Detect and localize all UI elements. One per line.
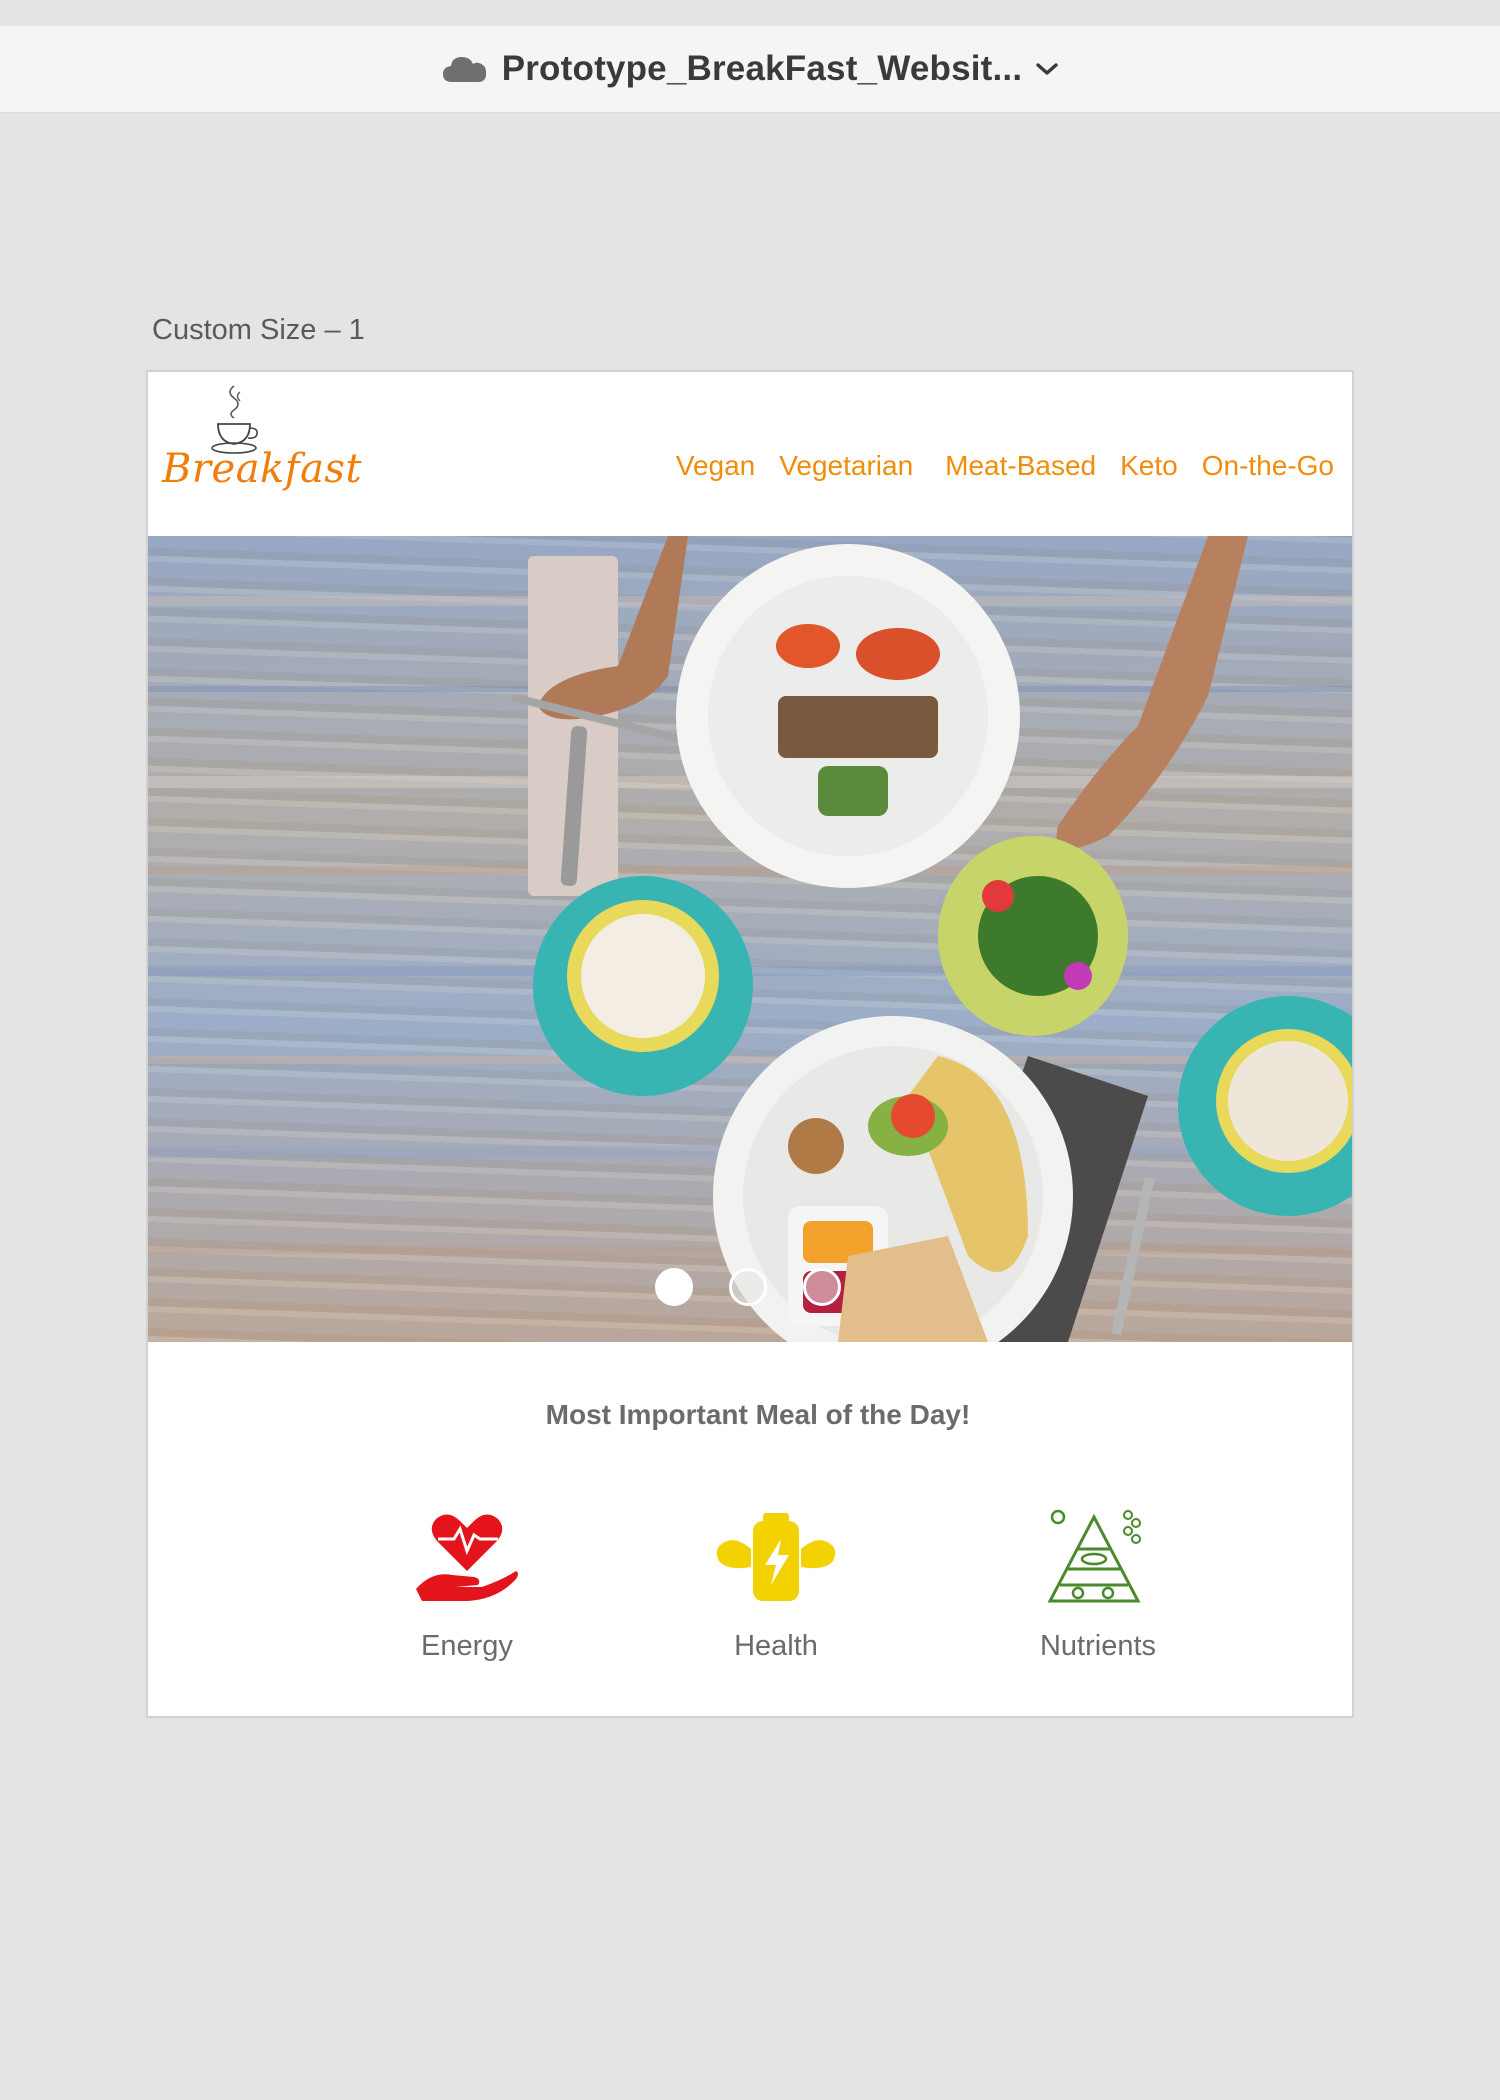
battery-muscle-icon	[676, 1502, 876, 1612]
hero-image	[148, 536, 1352, 1342]
nav-item-meat-based[interactable]: Meat-Based	[925, 450, 1108, 482]
nav-item-on-the-go[interactable]: On-the-Go	[1190, 450, 1346, 482]
feature-nutrients[interactable]: Nutrients	[998, 1502, 1198, 1663]
carousel-dots	[655, 1268, 841, 1306]
artboard-label[interactable]: Custom Size – 1	[152, 314, 365, 347]
feature-health-label: Health	[734, 1630, 818, 1662]
section-headline: Most Important Meal of the Day!	[545, 1399, 971, 1430]
site-header: Breakfast Vegan Vegetarian Meat-Based Ke…	[148, 372, 1352, 536]
heart-hand-icon	[367, 1502, 567, 1612]
food-pyramid-icon	[998, 1502, 1198, 1612]
carousel-dot-2[interactable]	[729, 1268, 767, 1306]
document-title-menu[interactable]: Prototype_BreakFast_Websit...	[442, 49, 1059, 89]
carousel-dot-1[interactable]	[655, 1268, 693, 1306]
hero-carousel[interactable]	[148, 536, 1352, 1342]
logo-text: Breakfast	[162, 446, 363, 492]
feature-health[interactable]: Health	[676, 1502, 876, 1663]
feature-energy[interactable]: Energy	[367, 1502, 567, 1663]
carousel-dot-3[interactable]	[803, 1268, 841, 1306]
document-title: Prototype_BreakFast_Websit...	[501, 49, 1023, 88]
feature-nutrients-label: Nutrients	[1039, 1630, 1157, 1662]
chevron-down-icon[interactable]	[1036, 62, 1058, 76]
nav-item-vegetarian[interactable]: Vegetarian	[767, 450, 925, 482]
main-nav: Vegan Vegetarian Meat-Based Keto On-the-…	[664, 450, 1346, 482]
cloud-icon	[442, 54, 488, 84]
document-title-bar: Prototype_BreakFast_Websit...	[0, 26, 1500, 113]
nav-item-keto[interactable]: Keto	[1108, 450, 1190, 482]
site-logo[interactable]: Breakfast	[162, 384, 362, 496]
nav-item-vegan[interactable]: Vegan	[664, 450, 767, 482]
feature-energy-label: Energy	[421, 1630, 513, 1662]
artboard: Breakfast Vegan Vegetarian Meat-Based Ke…	[146, 370, 1354, 1718]
